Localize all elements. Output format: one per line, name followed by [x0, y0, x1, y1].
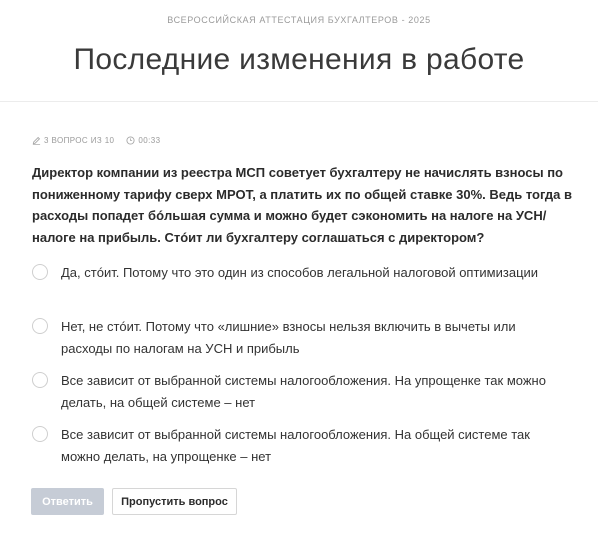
submit-answer-button[interactable]: Ответить — [31, 488, 104, 515]
answer-option[interactable]: Все зависит от выбранной системы налогоо… — [32, 370, 572, 424]
page-header: ВСЕРОССИЙСКАЯ АТТЕСТАЦИЯ БУХГАЛТЕРОВ - 2… — [0, 0, 598, 102]
radio-button[interactable] — [32, 372, 48, 388]
question-counter-text: 3 ВОПРОС ИЗ 10 — [44, 136, 115, 145]
answer-option-label: Да, стóит. Потому что это один из способ… — [61, 265, 539, 280]
question-timer: 00:33 — [126, 136, 160, 145]
skip-question-button[interactable]: Пропустить вопрос — [112, 488, 237, 515]
answer-option[interactable]: Да, стóит. Потому что это один из способ… — [32, 262, 572, 316]
answer-option-label: Все зависит от выбранной системы налогоо… — [61, 373, 546, 410]
question-meta: 3 ВОПРОС ИЗ 10 00:33 — [32, 136, 160, 145]
page-title: Последние изменения в работе — [73, 43, 525, 76]
timer-text: 00:33 — [138, 136, 161, 145]
action-buttons: Ответить Пропустить вопрос — [31, 488, 237, 515]
clock-icon — [126, 136, 135, 145]
question-counter: 3 ВОПРОС ИЗ 10 — [32, 136, 114, 145]
answer-option[interactable]: Нет, не стóит. Потому что «лишние» взнос… — [32, 316, 572, 370]
answer-option-label: Нет, не стóит. Потому что «лишние» взнос… — [61, 319, 516, 356]
page-subtitle: ВСЕРОССИЙСКАЯ АТТЕСТАЦИЯ БУХГАЛТЕРОВ - 2… — [167, 15, 431, 25]
answer-option[interactable]: Все зависит от выбранной системы налогоо… — [32, 424, 572, 478]
answer-option-label: Все зависит от выбранной системы налогоо… — [61, 427, 530, 464]
pencil-icon — [32, 136, 41, 145]
radio-button[interactable] — [32, 318, 48, 334]
radio-button[interactable] — [32, 426, 48, 442]
question-text: Директор компании из реестра МСП советуе… — [32, 165, 572, 245]
answer-options: Да, стóит. Потому что это один из способ… — [32, 262, 572, 478]
radio-button[interactable] — [32, 264, 48, 280]
